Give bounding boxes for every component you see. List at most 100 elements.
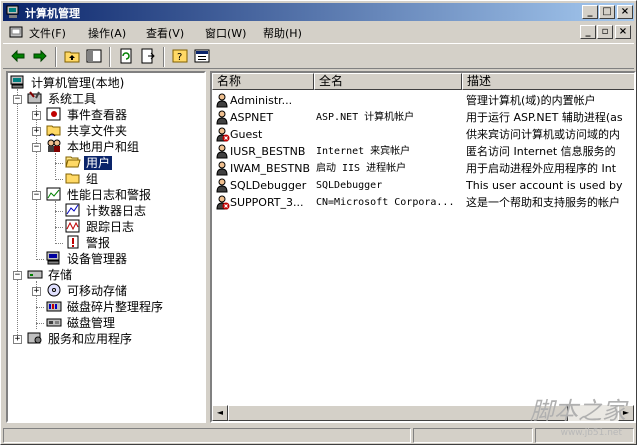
cell-name: IWAM_BESTNB	[230, 162, 311, 175]
menu-bar: 文件(F) 操作(A) 查看(V) 窗口(W) 帮助(H) _ ▫ ×	[3, 22, 634, 42]
tree-node-trace-logs[interactable]: 跟踪日志	[65, 219, 136, 235]
device-manager-icon	[46, 251, 60, 265]
back-arrow-icon[interactable]	[9, 48, 27, 66]
collapse-toggle[interactable]: −	[32, 191, 41, 200]
tree-node-device-manager[interactable]: 设备管理器	[46, 251, 129, 267]
cell-full-name: Internet 来宾帐户	[316, 146, 411, 157]
tree-node-label: 服务和应用程序	[48, 332, 133, 346]
tree-node-users[interactable]: 用户	[65, 155, 113, 171]
services-icon	[27, 332, 42, 344]
menu-file[interactable]: 文件(F)	[29, 25, 66, 41]
collapse-toggle[interactable]: −	[13, 271, 22, 280]
computer-icon	[10, 75, 24, 89]
column-header-full-name[interactable]: 全名	[314, 73, 462, 90]
tree-node-label: 本地用户和组	[67, 140, 140, 154]
tree-node-disk-management[interactable]: 磁盘管理	[46, 315, 117, 331]
status-panel	[413, 428, 533, 443]
collapse-toggle[interactable]: −	[32, 143, 41, 152]
cell-description: 匿名访问 Internet 信息服务的	[466, 145, 616, 158]
expand-toggle[interactable]: +	[13, 335, 22, 344]
mdi-minimize-button[interactable]: _	[580, 25, 596, 39]
counter-log-icon	[65, 203, 80, 217]
user-list[interactable]: 名称 全名 描述 Administr... 管理计算机(域)的内置帐户 ASPNET…	[210, 71, 636, 423]
tree-line	[36, 323, 44, 324]
console-tree[interactable]: 计算机管理(本地) − 系统工具 + 事件查看器 + 共享文件夹 − 本地用户和…	[6, 71, 206, 423]
collapse-toggle[interactable]: −	[13, 95, 22, 104]
menu-action[interactable]: 操作(A)	[88, 25, 126, 41]
cell-full-name: ASP.NET 计算机帐户	[316, 112, 415, 123]
cell-full-name: CN=Microsoft Corpora...	[316, 197, 455, 208]
export-list-icon[interactable]	[139, 48, 157, 66]
tree-node-groups[interactable]: 组	[65, 171, 100, 187]
scroll-left-button[interactable]: ◄	[212, 405, 228, 421]
folder-icon	[65, 173, 80, 184]
cell-description: 用于运行 ASP.NET 辅助进程(as	[466, 111, 623, 124]
cell-description: 用于启动进程外应用程序的 Int	[466, 162, 617, 175]
expand-toggle[interactable]: +	[32, 127, 41, 136]
window-title: 计算机管理	[25, 7, 80, 20]
table-row[interactable]: ASPNET ASP.NET 计算机帐户 用于运行 ASP.NET 辅助进程(as	[212, 109, 634, 126]
disabled-user-icon	[216, 127, 230, 142]
up-folder-icon[interactable]	[63, 48, 81, 66]
tree-node-storage[interactable]: 存储	[27, 267, 74, 283]
tree-node-disk-defragmenter[interactable]: 磁盘碎片整理程序	[46, 299, 165, 315]
refresh-icon[interactable]	[117, 48, 135, 66]
menu-window[interactable]: 窗口(W)	[205, 25, 246, 41]
cell-description: 供来宾访问计算机或访问域的内	[466, 128, 620, 141]
cell-name: ASPNET	[230, 111, 274, 124]
menu-help[interactable]: 帮助(H)	[263, 25, 302, 41]
performance-icon	[46, 187, 61, 201]
table-row[interactable]: IUSR_BESTNB Internet 来宾帐户 匿名访问 Internet 信息…	[212, 143, 634, 160]
mdi-close-button[interactable]: ×	[615, 25, 631, 39]
tree-node-alerts[interactable]: 警报	[65, 235, 112, 251]
tree-node-label: 事件查看器	[67, 108, 128, 122]
toolbar-separator	[163, 47, 165, 67]
properties-icon[interactable]	[193, 48, 211, 66]
menu-view[interactable]: 查看(V)	[146, 25, 184, 41]
expand-toggle[interactable]: +	[32, 287, 41, 296]
tree-node-shared-folders[interactable]: 共享文件夹	[46, 123, 129, 139]
cell-description: 这是一个帮助和支持服务的帐户	[466, 196, 620, 209]
mmc-document-icon[interactable]	[9, 25, 23, 39]
table-row[interactable]: IWAM_BESTNB 启动 IIS 进程帐户 用于启动进程外应用程序的 Int	[212, 160, 634, 177]
tree-node-performance-logs[interactable]: 性能日志和警报	[46, 187, 153, 203]
tree-node-local-users-groups[interactable]: 本地用户和组	[46, 139, 141, 155]
tree-node-services-applications[interactable]: 服务和应用程序	[27, 331, 134, 347]
tree-node-event-viewer[interactable]: 事件查看器	[46, 107, 129, 123]
table-row[interactable]: SUPPORT_3... CN=Microsoft Corpora... 这是一个帮…	[212, 194, 634, 211]
tree-node-removable-storage[interactable]: 可移动存储	[46, 283, 129, 299]
tree-node-label: 系统工具	[48, 92, 97, 106]
tree-line	[36, 259, 44, 260]
watermark-url: www.jb51.net	[560, 428, 622, 438]
help-icon[interactable]: ?	[171, 48, 189, 66]
table-row[interactable]: Administr... 管理计算机(域)的内置帐户	[212, 92, 634, 109]
forward-arrow-icon[interactable]	[31, 48, 49, 66]
column-header-description[interactable]: 描述	[462, 73, 634, 90]
user-icon	[216, 178, 228, 193]
scroll-thumb[interactable]	[228, 405, 568, 421]
tree-node-system-tools[interactable]: 系统工具	[27, 91, 98, 107]
mdi-restore-button[interactable]: ▫	[597, 25, 613, 39]
show-hide-tree-icon[interactable]	[85, 48, 103, 66]
title-bar[interactable]: 计算机管理 _ □ ×	[3, 3, 634, 21]
tree-line	[36, 307, 44, 308]
tree-line	[55, 163, 63, 164]
close-button[interactable]: ×	[617, 5, 633, 19]
defrag-icon	[46, 301, 62, 312]
cell-full-name: 启动 IIS 进程帐户	[316, 163, 407, 174]
maximize-button[interactable]: □	[599, 5, 615, 19]
expand-toggle[interactable]: +	[32, 111, 41, 120]
storage-icon	[27, 270, 43, 279]
column-header-name[interactable]: 名称	[212, 73, 314, 90]
svg-text:?: ?	[177, 52, 182, 63]
tree-node-counter-logs[interactable]: 计数器日志	[65, 203, 148, 219]
tree-node-computer-management[interactable]: 计算机管理(本地)	[10, 75, 126, 91]
minimize-button[interactable]: _	[582, 5, 598, 19]
tree-node-label: 性能日志和警报	[67, 188, 152, 202]
tree-node-label: 共享文件夹	[67, 124, 128, 138]
shared-folder-icon	[46, 125, 61, 137]
table-row[interactable]: SQLDebugger SQLDebugger This user account …	[212, 177, 634, 194]
table-row[interactable]: Guest 供来宾访问计算机或访问域的内	[212, 126, 634, 143]
tree-line	[17, 89, 18, 343]
event-viewer-icon	[46, 107, 61, 121]
